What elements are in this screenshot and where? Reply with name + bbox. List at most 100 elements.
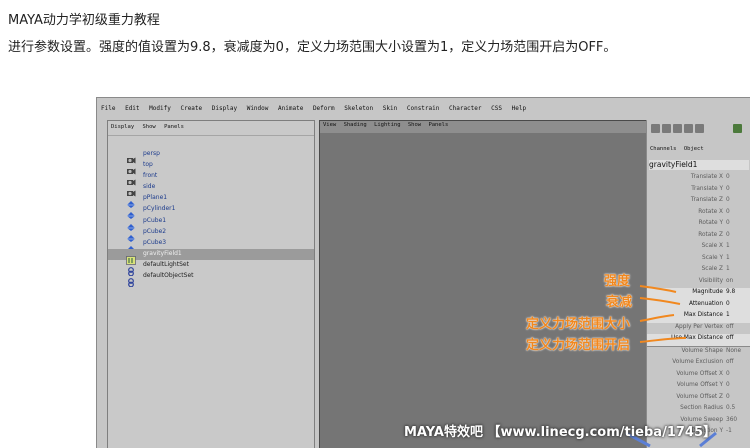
attribute-row[interactable]: Translate Z0 — [647, 196, 750, 208]
outliner-item[interactable]: gravityField1 — [108, 248, 314, 265]
tool-icon[interactable] — [651, 124, 660, 133]
attribute-value[interactable]: 1 — [726, 255, 730, 261]
attribute-row[interactable]: Scale X1 — [647, 242, 750, 254]
attribute-row[interactable]: Apply Per Vertex off — [647, 323, 750, 335]
attribute-value[interactable]: 0 — [726, 174, 730, 180]
attribute-value[interactable]: 0 — [726, 186, 730, 192]
outliner-item-label: front — [143, 172, 158, 180]
outliner-item[interactable]: pCylinder1 — [108, 204, 314, 220]
attribute-value[interactable]: 0 — [726, 382, 730, 388]
attribute-row[interactable]: Volume Shape None — [647, 345, 750, 359]
attribute-row[interactable]: Attenuation 0 — [647, 299, 750, 311]
menu-character[interactable]: Character — [449, 105, 482, 112]
viewport-menu-panels[interactable]: Panels — [428, 122, 448, 128]
attribute-value[interactable]: 0 — [726, 394, 730, 400]
attribute-name: Translate Y — [691, 185, 723, 192]
menu-create[interactable]: Create — [180, 105, 202, 112]
attribute-value[interactable]: 9.8 — [726, 289, 735, 295]
menu-window[interactable]: Window — [247, 105, 269, 112]
viewport-menu-view[interactable]: View — [323, 122, 336, 128]
outliner-item[interactable]: persp — [108, 149, 314, 164]
outliner-menu-display[interactable]: Display — [111, 124, 134, 130]
attribute-row[interactable]: Use Max Distance off — [647, 334, 750, 346]
tab-channels[interactable]: Channels — [650, 146, 677, 152]
attribute-value[interactable]: 0 — [726, 371, 730, 377]
outliner-item-label: pCube2 — [143, 227, 167, 235]
attribute-value[interactable]: on — [726, 278, 733, 284]
outliner-item[interactable]: front — [108, 171, 314, 186]
attribute-value[interactable]: 1 — [726, 243, 730, 249]
attribute-value[interactable]: 1 — [726, 312, 730, 318]
viewport-menu-lighting[interactable]: Lighting — [374, 122, 401, 128]
tool-icon[interactable] — [695, 124, 704, 133]
tool-icon[interactable] — [662, 124, 671, 133]
attribute-row[interactable]: Magnitude 9.8 — [647, 288, 750, 300]
attribute-row[interactable]: Translate Y0 — [647, 185, 750, 197]
outliner-item[interactable]: pCube1 — [108, 216, 314, 231]
outliner-item-label: side — [143, 183, 156, 191]
attribute-value[interactable]: 0 — [726, 197, 730, 203]
outliner-item[interactable]: defaultLightSet — [108, 260, 314, 277]
attribute-row[interactable]: Rotate X0 — [647, 208, 750, 220]
outliner-item-label: gravityField1 — [143, 249, 182, 257]
menu-skin[interactable]: Skin — [383, 105, 397, 112]
attribute-name: Scale Y — [702, 254, 723, 261]
menu-css[interactable]: CSS — [491, 105, 502, 112]
attribute-row[interactable]: Volume Offset Y0 — [647, 381, 750, 393]
outliner-item[interactable]: defaultObjectSet — [108, 271, 314, 288]
attribute-row[interactable]: Scale Z1 — [647, 265, 750, 277]
viewport-menu-show[interactable]: Show — [408, 122, 421, 128]
attribute-value[interactable]: None — [726, 348, 741, 354]
attribute-row[interactable]: Rotate Z0 — [647, 231, 750, 243]
annotation-magnitude: 强度 — [604, 274, 631, 289]
attribute-value[interactable]: off — [726, 324, 734, 330]
attribute-name: Volume Offset Y — [676, 382, 723, 388]
attribute-row[interactable]: Rotate Y0 — [647, 219, 750, 231]
attribute-row[interactable]: Translate X0 — [647, 173, 750, 185]
camera-icon — [126, 150, 136, 164]
attribute-name: Rotate Y — [698, 220, 723, 226]
attribute-row[interactable]: Volume Exclusion off — [647, 358, 750, 370]
tool-icon[interactable] — [684, 124, 693, 133]
attribute-row[interactable]: Volume Offset X0 — [647, 370, 750, 382]
menu-display[interactable]: Display — [212, 105, 237, 112]
character-icon[interactable] — [733, 124, 742, 133]
outliner-item[interactable]: pPlane1 — [108, 193, 314, 209]
attribute-row[interactable]: Visibility on — [647, 277, 750, 289]
camera-icon — [126, 161, 136, 175]
outliner-menu-show[interactable]: Show — [143, 124, 156, 130]
attribute-row[interactable]: Scale Y1 — [647, 254, 750, 266]
attribute-value[interactable]: off — [726, 335, 734, 341]
attribute-value[interactable]: 0 — [726, 220, 730, 226]
tool-icon[interactable] — [673, 124, 682, 133]
attribute-value[interactable]: 360 — [726, 417, 737, 423]
attribute-value[interactable]: 0 — [726, 301, 730, 307]
outliner-item[interactable]: top — [108, 160, 314, 175]
menu-animate[interactable]: Animate — [278, 105, 303, 112]
attribute-value[interactable]: 0.5 — [726, 405, 735, 411]
menu-file[interactable]: File — [101, 105, 115, 112]
attribute-name: Volume Shape — [681, 347, 723, 354]
tab-object[interactable]: Object — [684, 146, 704, 152]
menu-edit[interactable]: Edit — [125, 105, 139, 112]
menu-constrain[interactable]: Constrain — [407, 105, 440, 112]
attribute-value[interactable]: -1 — [726, 428, 732, 434]
menu-modify[interactable]: Modify — [149, 105, 171, 112]
attribute-name: Visibility — [698, 277, 723, 284]
viewport-menu-shading[interactable]: Shading — [344, 122, 367, 128]
menu-skeleton[interactable]: Skeleton — [344, 105, 373, 112]
attribute-row[interactable]: Section Radius 0.5 — [647, 404, 750, 416]
annotation-use-max-distance: 定义力场范围开启 — [526, 338, 631, 353]
outliner-item[interactable]: pCube3 — [108, 238, 314, 253]
outliner-menu-panels[interactable]: Panels — [164, 124, 184, 130]
outliner-item[interactable]: pCube2 — [108, 227, 314, 242]
attribute-row[interactable]: Max Distance 1 — [647, 311, 750, 323]
menu-deform[interactable]: Deform — [313, 105, 335, 112]
attribute-value[interactable]: 1 — [726, 266, 730, 272]
attribute-row[interactable]: Volume Offset Z0 — [647, 393, 750, 405]
attribute-value[interactable]: 0 — [726, 209, 730, 215]
attribute-value[interactable]: 0 — [726, 232, 730, 238]
menu-help[interactable]: Help — [512, 105, 526, 112]
outliner-item[interactable]: side — [108, 182, 314, 197]
attribute-value[interactable]: off — [726, 359, 734, 365]
